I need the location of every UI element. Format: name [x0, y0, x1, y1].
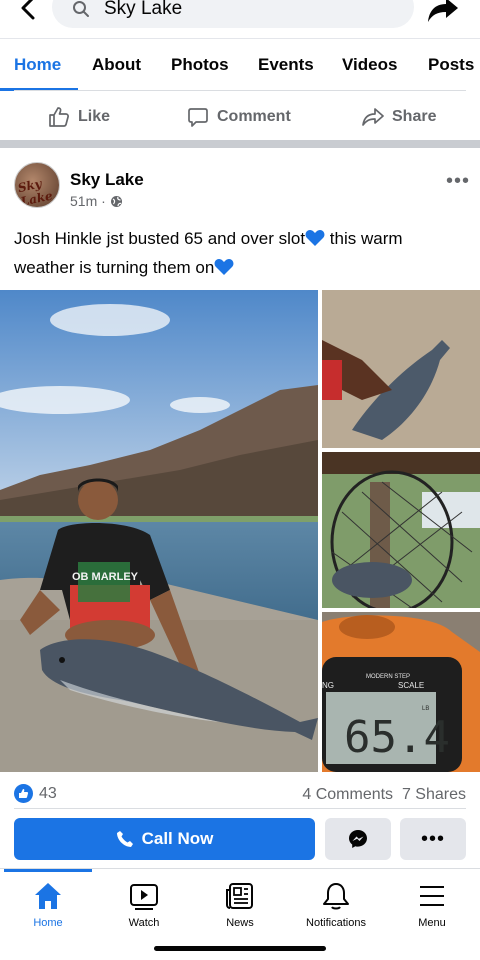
home-indicator — [154, 946, 326, 951]
post-time: 51m · — [70, 193, 123, 209]
post-options-icon[interactable]: ••• — [446, 170, 470, 193]
blue-heart-icon — [214, 259, 234, 275]
tab-posts[interactable]: Posts — [428, 55, 474, 75]
top-bar: Sky Lake — [0, 0, 480, 38]
scale-unit: LB — [422, 706, 429, 712]
nav-watch[interactable]: Watch — [96, 881, 192, 929]
avatar-logo-text: Sky Lake — [16, 176, 54, 208]
home-icon — [35, 883, 61, 909]
post-header: Sky Lake Sky Lake 51m · ••• — [0, 148, 480, 218]
reaction-count-text: 43 — [39, 784, 57, 802]
post-text-line1b: this warm — [325, 229, 403, 248]
nav-news[interactable]: News — [192, 881, 288, 929]
shares-count[interactable]: 7 Shares — [402, 786, 466, 803]
nav-menu[interactable]: Menu — [384, 881, 480, 929]
messenger-icon — [349, 830, 367, 848]
scale-reading-photo[interactable]: MODERN STEP SCALE NG 65.4 LB — [322, 612, 480, 772]
nav-notifications-label: Notifications — [306, 917, 366, 929]
scale-brand: MODERN STEP — [366, 674, 410, 680]
menu-icon — [420, 886, 444, 906]
messenger-button[interactable] — [325, 818, 391, 860]
main-fish-photo[interactable]: OB MARLEY — [0, 290, 318, 772]
active-nav-indicator — [4, 869, 92, 872]
share-icon[interactable] — [426, 0, 460, 29]
tab-events[interactable]: Events — [258, 55, 314, 75]
globe-icon — [110, 195, 122, 207]
share-button[interactable]: Share — [362, 106, 436, 128]
scale-side-text: NG — [322, 681, 334, 690]
post-author[interactable]: Sky Lake — [70, 170, 144, 190]
page-tabs: Home About Photos Events Videos Posts — [0, 38, 480, 91]
search-icon — [73, 1, 89, 17]
scale-reading: 65.4 — [344, 712, 450, 763]
phone-icon — [116, 831, 133, 847]
search-value: Sky Lake — [104, 0, 183, 19]
call-now-button[interactable]: Call Now — [14, 818, 315, 860]
action-row: Like Comment Share — [0, 92, 480, 140]
reaction-count[interactable]: 43 — [14, 784, 57, 803]
bell-icon — [323, 883, 349, 910]
nav-news-label: News — [226, 917, 254, 929]
post-time-text: 51m · — [70, 193, 106, 209]
comments-count[interactable]: 4 Comments — [302, 786, 393, 803]
tab-home[interactable]: Home — [14, 55, 61, 75]
more-options-button[interactable]: ••• — [400, 818, 466, 860]
tab-photos[interactable]: Photos — [171, 55, 229, 75]
comment-icon — [188, 108, 208, 127]
news-icon — [226, 883, 253, 909]
fish-in-net-photo[interactable] — [322, 452, 480, 608]
post-text-line2: weather is turning them on — [14, 258, 215, 277]
watch-icon — [130, 884, 158, 910]
section-divider — [0, 140, 480, 148]
comment-label: Comment — [217, 108, 291, 125]
avatar[interactable]: Sky Lake — [14, 162, 60, 208]
blue-heart-icon — [305, 230, 325, 246]
tab-videos[interactable]: Videos — [342, 55, 397, 75]
post-counts: 4 Comments 7 Shares — [302, 786, 466, 804]
fish-on-gravel-photo[interactable] — [322, 290, 480, 448]
scale-word: SCALE — [398, 681, 424, 690]
nav-menu-label: Menu — [418, 917, 446, 929]
thumbs-up-icon — [49, 107, 69, 127]
nav-home-label: Home — [33, 917, 63, 929]
post-text-line1: Josh Hinkle jst busted 65 and over slot — [14, 229, 306, 248]
divider — [14, 808, 466, 809]
nav-watch-label: Watch — [128, 917, 160, 929]
photo-grid: OB MARLEY MODERN STEP SCALE NG 65.4 LB — [0, 290, 480, 772]
call-now-label: Call Now — [141, 829, 214, 848]
post-text: Josh Hinkle jst busted 65 and over slot … — [14, 224, 464, 282]
nav-notifications[interactable]: Notifications — [288, 881, 384, 929]
divider — [14, 90, 466, 91]
like-reaction-icon — [14, 784, 33, 803]
shirt-text: OB MARLEY — [72, 571, 139, 583]
like-button[interactable]: Like — [48, 106, 110, 128]
tab-about[interactable]: About — [92, 55, 141, 75]
share-label: Share — [392, 108, 437, 125]
back-arrow-icon[interactable] — [14, 0, 44, 24]
share-arrow-icon — [362, 108, 384, 126]
like-label: Like — [78, 108, 111, 125]
comment-button[interactable]: Comment — [187, 106, 291, 128]
bottom-nav: Home Watch News Notifications Menu — [0, 868, 480, 960]
nav-home[interactable]: Home — [0, 881, 96, 929]
search-input[interactable]: Sky Lake — [52, 0, 414, 28]
